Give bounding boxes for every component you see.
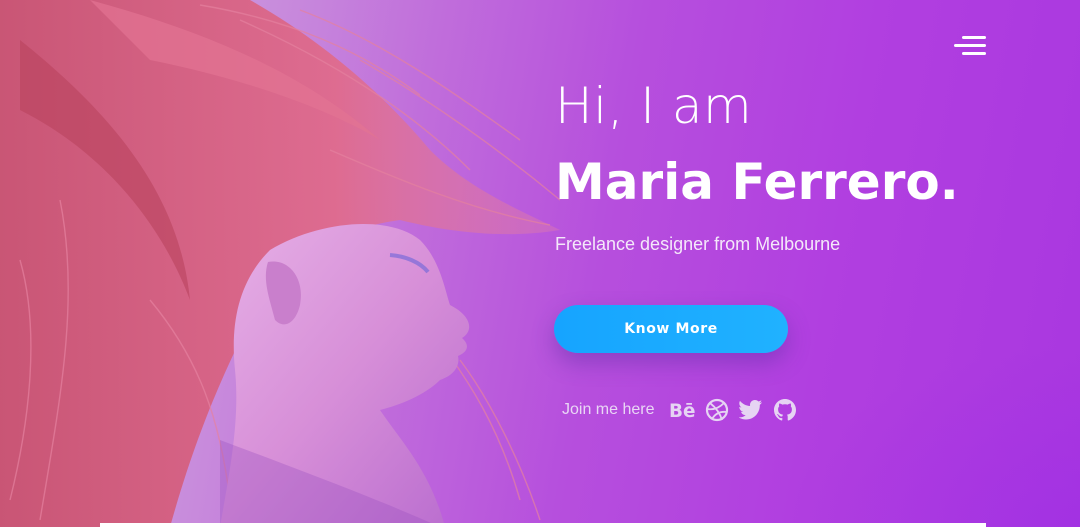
hamburger-menu-icon[interactable] [952,34,986,58]
behance-link[interactable]: Bē [669,396,697,424]
twitter-link[interactable] [737,396,765,424]
know-more-button[interactable]: Know More [554,305,788,353]
twitter-icon [738,400,762,420]
menu-line [954,44,986,47]
bottom-divider [100,523,986,527]
github-link[interactable] [771,396,799,424]
hero-tagline: Freelance designer from Melbourne [555,234,841,254]
hero-portrait-image [0,0,561,527]
dribbble-link[interactable] [703,396,731,424]
hero-greeting: Hi, I am [555,77,753,135]
svg-text:Bē: Bē [669,401,695,421]
social-links: Join me here Bē [562,396,805,424]
hero-section: Hi, I am Maria Ferrero. Freelance design… [0,0,1080,527]
menu-line [962,52,986,55]
hero-name: Maria Ferrero. [555,153,959,211]
github-icon [773,399,796,421]
social-label: Join me here [562,401,655,418]
menu-line [962,36,986,39]
behance-icon: Bē [669,401,695,421]
dribbble-icon [705,398,728,422]
